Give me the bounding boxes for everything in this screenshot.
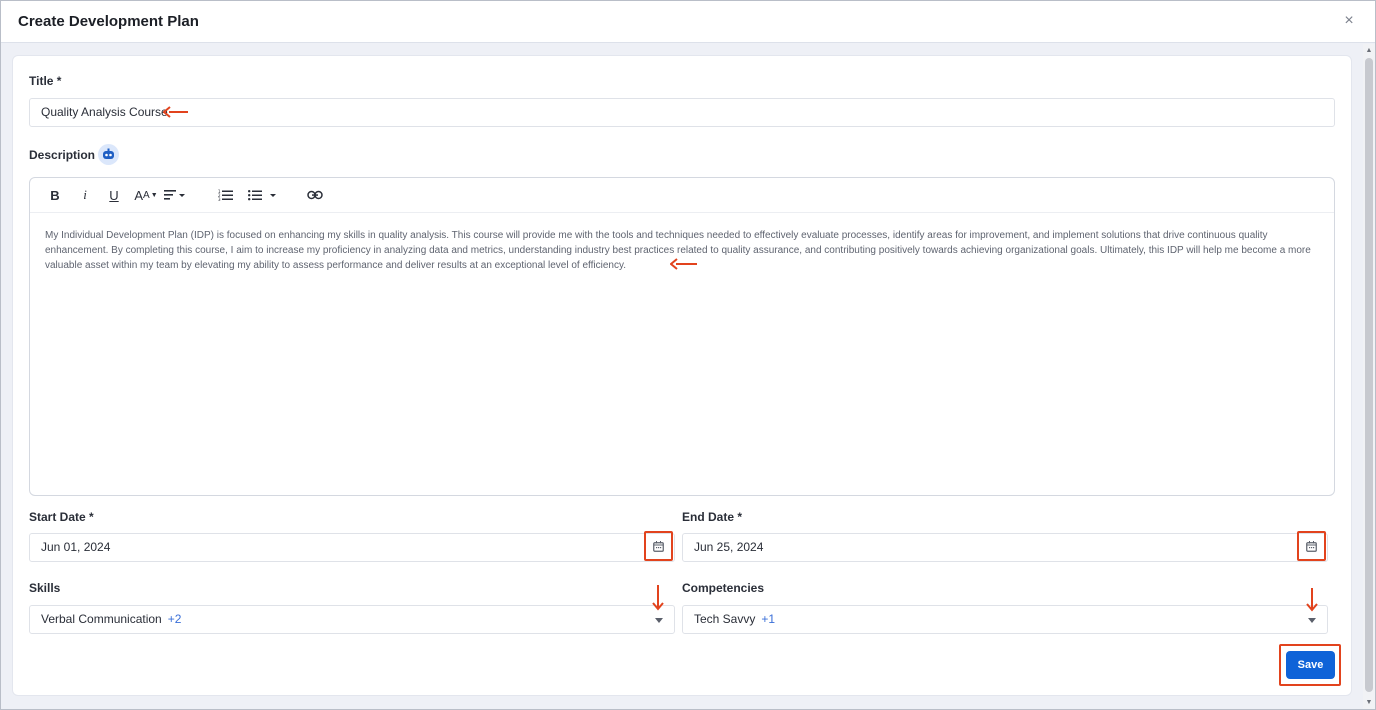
end-date-value: Jun 25, 2024 [694, 540, 764, 554]
skills-selected-value: Verbal Communication [41, 612, 162, 626]
font-size-icon[interactable]: A A ▼ [133, 186, 159, 204]
scroll-down-arrow-icon[interactable]: ▼ [1365, 699, 1373, 707]
required-asterisk: * [737, 510, 743, 524]
end-date-calendar-button[interactable] [1297, 531, 1326, 561]
underline-icon[interactable]: U [107, 186, 121, 204]
start-date-value: Jun 01, 2024 [41, 540, 111, 554]
close-icon[interactable]: × [1341, 13, 1357, 29]
title-label: Title * [29, 74, 61, 88]
svg-text:3: 3 [218, 197, 221, 201]
skills-select[interactable]: Verbal Communication +2 [29, 605, 675, 634]
start-date-label-text: Start Date [29, 510, 86, 524]
align-icon[interactable] [163, 186, 187, 204]
description-label: Description [29, 148, 96, 162]
competencies-select[interactable]: Tech Savvy +1 [682, 605, 1328, 634]
title-label-text: Title [29, 74, 54, 88]
scroll-thumb[interactable] [1365, 58, 1373, 692]
start-date-input[interactable]: Jun 01, 2024 [29, 533, 675, 562]
scrollbar[interactable]: ▲ ▼ [1363, 44, 1375, 709]
required-asterisk: * [56, 74, 62, 88]
scroll-up-arrow-icon[interactable]: ▲ [1365, 47, 1373, 55]
bold-icon[interactable]: B [48, 186, 62, 204]
annotation-arrow-icon [652, 585, 664, 611]
required-asterisk: * [89, 510, 94, 524]
start-date-calendar-button[interactable] [644, 531, 673, 561]
competencies-label: Competencies [682, 581, 765, 595]
competencies-more-count: +1 [761, 612, 776, 626]
ordered-list-icon[interactable]: 1 2 3 [217, 186, 233, 204]
dialog-title: Create Development Plan [18, 13, 199, 30]
title-input[interactable]: Quality Analysis Course [29, 98, 1335, 127]
start-date-label: Start Date * [29, 510, 94, 524]
save-button[interactable]: Save [1286, 651, 1335, 679]
title-input-value: Quality Analysis Course [41, 105, 168, 119]
annotation-arrow-icon [1306, 588, 1318, 612]
dialog-header: Create Development Plan × [1, 1, 1375, 43]
annotation-arrow-icon [670, 258, 697, 270]
skills-label: Skills [29, 581, 61, 595]
description-editor[interactable]: B i U A A ▼ 1 2 3 My Individual Developm… [29, 177, 1335, 496]
bullet-list-icon[interactable] [247, 186, 279, 204]
competencies-selected-value: Tech Savvy [694, 612, 756, 626]
annotation-arrow-icon [163, 106, 188, 118]
skills-more-count: +2 [167, 612, 182, 626]
link-icon[interactable] [306, 186, 324, 204]
chevron-down-icon[interactable] [655, 618, 663, 623]
calendar-icon [653, 540, 664, 552]
italic-icon[interactable]: i [78, 186, 92, 204]
calendar-icon [1306, 540, 1317, 552]
end-date-input[interactable]: Jun 25, 2024 [682, 533, 1328, 562]
end-date-label: End Date * [682, 510, 742, 524]
end-date-label-text: End Date [682, 510, 735, 524]
ai-assistant-icon[interactable] [98, 144, 119, 165]
editor-toolbar: B i U A A ▼ 1 2 3 [30, 178, 1334, 213]
chevron-down-icon[interactable] [1308, 618, 1316, 623]
